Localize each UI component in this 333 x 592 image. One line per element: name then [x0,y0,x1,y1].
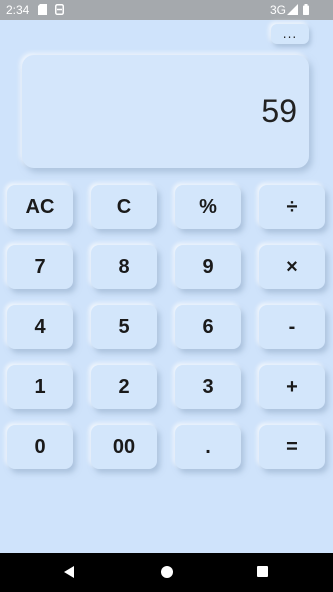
more-options-button[interactable]: ... [271,24,309,44]
multiply-button[interactable]: × [259,245,325,289]
sync-icon [55,4,64,15]
minus-button[interactable]: - [259,305,325,349]
equals-button[interactable]: = [259,425,325,469]
eight-button[interactable]: 8 [91,245,157,289]
back-icon[interactable] [64,566,74,578]
seven-button[interactable]: 7 [7,245,73,289]
decimal-button[interactable]: . [175,425,241,469]
signal-icon [287,4,298,15]
nine-button[interactable]: 9 [175,245,241,289]
display-value: 59 [261,93,297,129]
status-time: 2:34 [6,3,30,17]
sd-card-icon [38,4,47,15]
four-button[interactable]: 4 [7,305,73,349]
one-button[interactable]: 1 [7,365,73,409]
navigation-bar [0,553,333,592]
clear-button[interactable]: C [91,185,157,229]
status-bar: 2:34 3G [0,0,333,20]
zero-button[interactable]: 0 [7,425,73,469]
network-type: 3G [270,3,287,17]
divide-button[interactable]: ÷ [259,185,325,229]
plus-button[interactable]: + [259,365,325,409]
percent-button[interactable]: % [175,185,241,229]
five-button[interactable]: 5 [91,305,157,349]
six-button[interactable]: 6 [175,305,241,349]
battery-icon [303,4,309,15]
calculator-display: 59 [22,55,309,168]
double-zero-button[interactable]: 00 [91,425,157,469]
recents-icon[interactable] [257,566,268,577]
home-icon[interactable] [161,566,173,578]
two-button[interactable]: 2 [91,365,157,409]
three-button[interactable]: 3 [175,365,241,409]
all-clear-button[interactable]: AC [7,185,73,229]
